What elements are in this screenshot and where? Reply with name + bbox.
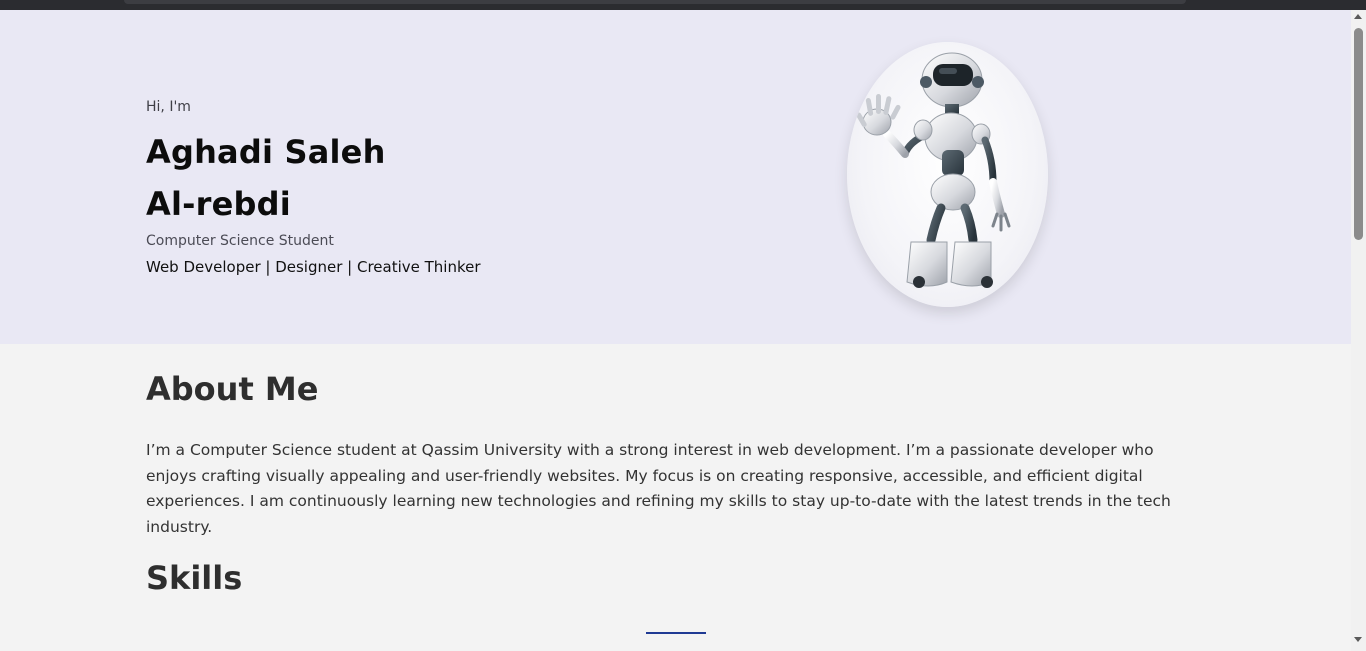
about-title: About Me (146, 370, 319, 408)
browser-tab-strip (124, 0, 1186, 4)
hero-tagline: Web Developer | Designer | Creative Thin… (146, 258, 481, 276)
hero-name-line-2: Al-rebdi (146, 185, 291, 223)
hero-name-line-1: Aghadi Saleh (146, 133, 386, 171)
avatar (847, 42, 1048, 307)
skills-tab-indicator (646, 632, 706, 634)
portfolio-page: Hi, I'm Aghadi Saleh Al-rebdi Computer S… (0, 10, 1351, 651)
skills-title: Skills (146, 559, 243, 597)
robot-illustration-icon (856, 52, 1011, 288)
hero-greeting: Hi, I'm (146, 99, 191, 115)
page-scrollbar[interactable] (1351, 10, 1366, 651)
about-text: I’m a Computer Science student at Qassim… (146, 441, 1171, 536)
hero-role: Computer Science Student (146, 233, 334, 249)
scroll-up-icon[interactable] (1354, 14, 1362, 19)
scroll-thumb[interactable] (1354, 28, 1363, 240)
hero-section: Hi, I'm Aghadi Saleh Al-rebdi Computer S… (0, 10, 1351, 344)
scroll-down-icon[interactable] (1354, 637, 1362, 642)
browser-top-bar (0, 0, 1366, 10)
